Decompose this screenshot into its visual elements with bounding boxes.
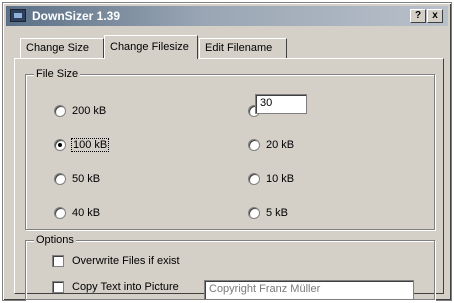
copy-text-label: Copy Text into Picture: [72, 281, 179, 293]
options-legend: Options: [34, 234, 76, 246]
radio-label: 40 kB: [72, 207, 101, 219]
copy-text-checkbox[interactable]: Copy Text into Picture: [52, 279, 179, 295]
radio-button-icon[interactable]: [248, 173, 260, 185]
window-title: DownSizer 1.39: [32, 9, 121, 23]
tab-panel-change-filesize: File Size 200 kB 100 kB 50 kB 40 kB 20 k…: [14, 58, 444, 300]
radio-10kb[interactable]: 10 kB: [248, 171, 294, 187]
help-button[interactable]: ?: [410, 9, 426, 23]
radio-50kb[interactable]: 50 kB: [54, 171, 100, 187]
radio-label: 10 kB: [266, 173, 295, 185]
file-size-legend: File Size: [34, 68, 81, 80]
radio-button-icon[interactable]: [54, 207, 66, 219]
radio-label: 20 kB: [266, 139, 295, 151]
radio-button-icon[interactable]: [248, 139, 260, 151]
radio-200kb[interactable]: 200 kB: [54, 103, 106, 119]
overwrite-files-checkbox[interactable]: Overwrite Files if exist: [52, 253, 180, 269]
radio-button-icon[interactable]: [54, 173, 66, 185]
radio-label: 200 kB: [72, 105, 107, 117]
radio-label: 5 kB: [266, 207, 289, 219]
radio-20kb[interactable]: 20 kB: [248, 137, 294, 153]
app-icon: [10, 9, 26, 22]
tab-change-filesize[interactable]: Change Filesize: [104, 35, 198, 59]
radio-40kb[interactable]: 40 kB: [54, 205, 100, 221]
radio-button-icon[interactable]: [54, 105, 66, 117]
close-button[interactable]: x: [427, 9, 443, 23]
radio-button-icon[interactable]: [54, 139, 66, 151]
custom-filesize-input[interactable]: 30: [255, 94, 307, 114]
radio-100kb[interactable]: 100 kB: [54, 137, 110, 153]
file-size-group: File Size 200 kB 100 kB 50 kB 40 kB 20 k…: [25, 68, 435, 230]
overwrite-files-label: Overwrite Files if exist: [72, 255, 180, 267]
tab-change-size[interactable]: Change Size: [20, 38, 104, 58]
title-bar[interactable]: DownSizer 1.39 ? x: [6, 6, 448, 26]
tab-edit-filename[interactable]: Edit Filename: [199, 38, 287, 58]
checkbox-icon[interactable]: [52, 281, 64, 293]
copyright-text-input[interactable]: Copyright Franz Müller: [204, 280, 414, 300]
radio-5kb[interactable]: 5 kB: [248, 205, 288, 221]
checkbox-icon[interactable]: [52, 255, 64, 267]
radio-label: 50 kB: [72, 173, 101, 185]
radio-button-icon[interactable]: [248, 207, 260, 219]
radio-label: 100 kB: [70, 138, 110, 152]
